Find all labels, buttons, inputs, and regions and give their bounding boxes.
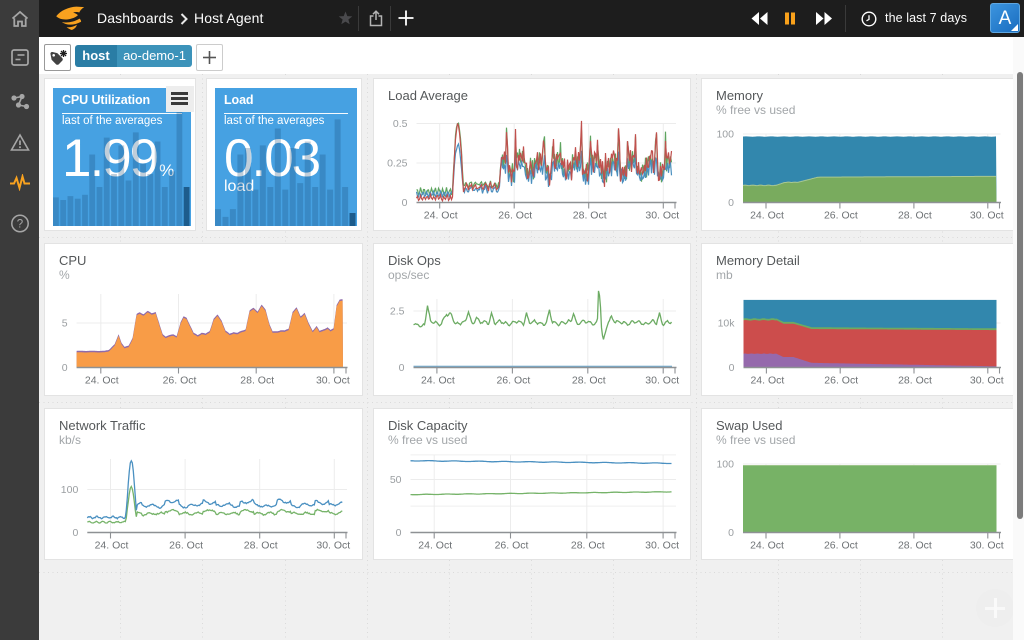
svg-text:26. Oct: 26. Oct [495,540,529,552]
svg-text:24. Oct: 24. Oct [418,540,452,552]
svg-text:0: 0 [72,527,78,539]
svg-text:28. Oct: 28. Oct [898,540,932,552]
svg-text:30. Oct: 30. Oct [970,540,1004,552]
svg-text:0: 0 [728,527,734,539]
svg-text:28. Oct: 28. Oct [898,210,932,222]
svg-text:28. Oct: 28. Oct [898,375,932,387]
svg-text:?: ? [16,219,22,231]
svg-text:0.25: 0.25 [387,158,408,170]
svg-text:24. Oct: 24. Oct [750,210,784,222]
svg-text:2.5: 2.5 [390,306,405,318]
svg-text:26. Oct: 26. Oct [498,210,532,222]
svg-text:100: 100 [61,484,79,496]
svg-text:24. Oct: 24. Oct [424,210,458,222]
svg-text:26. Oct: 26. Oct [824,540,858,552]
svg-text:24. Oct: 24. Oct [421,375,455,387]
svg-text:0: 0 [729,362,735,374]
svg-text:28. Oct: 28. Oct [573,210,607,222]
svg-text:26. Oct: 26. Oct [169,540,203,552]
svg-text:0: 0 [62,362,68,374]
svg-text:5: 5 [62,318,68,330]
svg-text:0.5: 0.5 [393,118,408,130]
svg-text:0: 0 [402,197,408,209]
svg-text:0: 0 [396,527,402,539]
svg-text:30. Oct: 30. Oct [970,375,1004,387]
svg-text:24. Oct: 24. Oct [750,540,784,552]
svg-text:30. Oct: 30. Oct [970,210,1004,222]
svg-text:28. Oct: 28. Oct [572,375,606,387]
svg-text:30. Oct: 30. Oct [316,540,350,552]
svg-text:100: 100 [716,459,734,471]
svg-text:28. Oct: 28. Oct [240,375,274,387]
svg-text:24. Oct: 24. Oct [95,540,129,552]
svg-text:30. Oct: 30. Oct [316,375,350,387]
svg-text:26. Oct: 26. Oct [824,210,858,222]
svg-text:26. Oct: 26. Oct [824,375,858,387]
svg-text:50: 50 [390,474,402,486]
svg-text:24. Oct: 24. Oct [85,375,119,387]
svg-text:26. Oct: 26. Oct [496,375,530,387]
svg-text:30. Oct: 30. Oct [645,375,679,387]
svg-text:26. Oct: 26. Oct [163,375,197,387]
svg-text:28. Oct: 28. Oct [244,540,278,552]
svg-text:28. Oct: 28. Oct [571,540,605,552]
svg-text:100: 100 [716,129,734,141]
svg-text:30. Oct: 30. Oct [645,210,679,222]
svg-text:30. Oct: 30. Oct [645,540,679,552]
svg-text:24. Oct: 24. Oct [750,375,784,387]
svg-text:10k: 10k [718,318,736,330]
svg-text:0: 0 [728,197,734,209]
svg-text:0: 0 [399,362,405,374]
